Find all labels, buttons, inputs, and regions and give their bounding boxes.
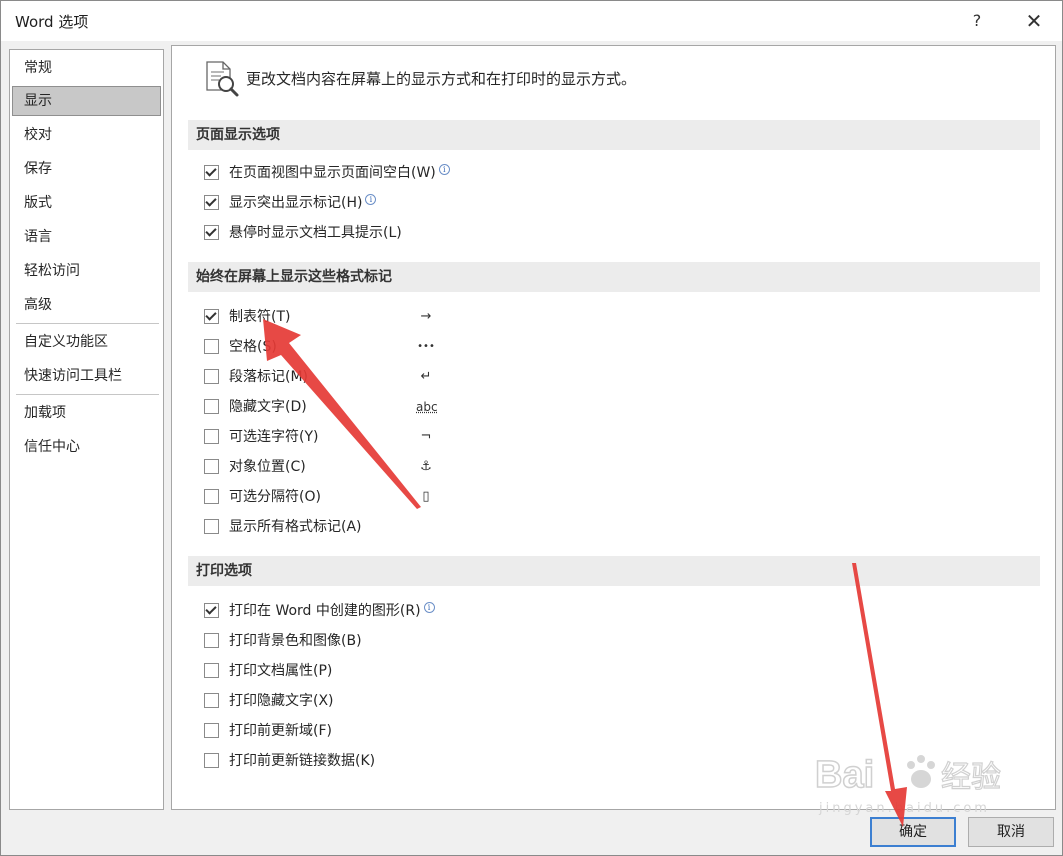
- nav-item-display[interactable]: 显示: [12, 86, 161, 116]
- option-label: 打印前更新链接数据(K): [229, 753, 376, 769]
- option-label: 打印文档属性(P): [229, 663, 333, 679]
- option-label: 在页面视图中显示页面间空白(W): [229, 165, 436, 181]
- checkbox[interactable]: [204, 399, 219, 414]
- option-label: 段落标记(M): [229, 369, 309, 385]
- checkbox[interactable]: [204, 339, 219, 354]
- nav-item-general[interactable]: 常规: [12, 53, 161, 83]
- hyphen-mark-icon: ¬: [420, 429, 432, 444]
- section-page-display: 页面显示选项: [188, 120, 1040, 150]
- ok-button[interactable]: 确定: [870, 817, 956, 847]
- option-label: 打印前更新域(F): [229, 723, 332, 739]
- option-label: 显示突出显示标记(H): [229, 195, 363, 211]
- tab-mark-icon: →: [420, 309, 432, 324]
- option-label: 空格(S): [229, 339, 277, 355]
- option-label: 显示所有格式标记(A): [229, 519, 362, 535]
- nav-divider: [16, 394, 159, 395]
- checkbox[interactable]: [204, 489, 219, 504]
- info-icon[interactable]: i: [365, 194, 377, 205]
- option-label: 制表符(T): [229, 309, 291, 325]
- panel-description: 更改文档内容在屏幕上的显示方式和在打印时的显示方式。: [246, 70, 637, 88]
- nav-item-save[interactable]: 保存: [12, 154, 161, 184]
- break-mark-icon: ▯: [422, 489, 430, 504]
- nav-item-customize-ribbon[interactable]: 自定义功能区: [12, 327, 161, 357]
- checkbox[interactable]: [204, 693, 219, 708]
- info-icon[interactable]: i: [423, 602, 435, 613]
- checkbox[interactable]: [204, 429, 219, 444]
- cancel-button[interactable]: 取消: [968, 817, 1054, 847]
- help-button[interactable]: ?: [963, 7, 991, 35]
- checkbox[interactable]: [204, 723, 219, 738]
- checkbox[interactable]: [204, 195, 219, 210]
- paragraph-mark-icon: ↵: [420, 369, 432, 384]
- word-options-dialog: Word 选项 ? ✕ 常规 显示 校对 保存 版式 语言 轻松访问 高级 自定…: [0, 0, 1063, 856]
- checkbox[interactable]: [204, 519, 219, 534]
- info-icon[interactable]: i: [438, 164, 450, 175]
- anchor-mark-icon: ⚓: [420, 459, 432, 474]
- checkbox[interactable]: [204, 753, 219, 768]
- nav-item-accessibility[interactable]: 轻松访问: [12, 256, 161, 286]
- hidden-text-mark-icon: abc: [416, 400, 438, 414]
- checkbox[interactable]: [204, 603, 219, 618]
- checkbox[interactable]: [204, 369, 219, 384]
- nav-item-language[interactable]: 语言: [12, 222, 161, 252]
- checkbox[interactable]: [204, 165, 219, 180]
- nav-item-proofing[interactable]: 校对: [12, 120, 161, 150]
- checkbox[interactable]: [204, 309, 219, 324]
- nav-item-add-ins[interactable]: 加载项: [12, 398, 161, 428]
- checkbox[interactable]: [204, 225, 219, 240]
- option-label: 悬停时显示文档工具提示(L): [229, 225, 402, 241]
- watermark-url: jingyan.baidu.com: [819, 801, 990, 816]
- nav-item-quick-access-toolbar[interactable]: 快速访问工具栏: [12, 361, 161, 391]
- title-bar: Word 选项 ? ✕: [1, 1, 1062, 41]
- section-formatting-marks: 始终在屏幕上显示这些格式标记: [188, 262, 1040, 292]
- option-label: 打印背景色和图像(B): [229, 633, 362, 649]
- checkbox[interactable]: [204, 663, 219, 678]
- section-print-options: 打印选项: [188, 556, 1040, 586]
- document-magnifier-icon: [206, 61, 239, 97]
- checkbox[interactable]: [204, 633, 219, 648]
- option-label: 打印在 Word 中创建的图形(R): [229, 603, 421, 619]
- display-options-panel: 更改文档内容在屏幕上的显示方式和在打印时的显示方式。 页面显示选项 在页面视图中…: [171, 45, 1056, 810]
- close-button[interactable]: ✕: [1019, 7, 1049, 35]
- nav-item-typography[interactable]: 版式: [12, 188, 161, 218]
- space-mark-icon: •••: [417, 341, 435, 352]
- nav-item-advanced[interactable]: 高级: [12, 290, 161, 320]
- option-label: 隐藏文字(D): [229, 399, 307, 415]
- option-label: 可选连字符(Y): [229, 429, 319, 445]
- nav-item-trust-center[interactable]: 信任中心: [12, 432, 161, 462]
- checkbox[interactable]: [204, 459, 219, 474]
- category-nav: 常规 显示 校对 保存 版式 语言 轻松访问 高级 自定义功能区 快速访问工具栏…: [9, 49, 164, 810]
- option-label: 打印隐藏文字(X): [229, 693, 334, 709]
- window-title: Word 选项: [15, 13, 89, 31]
- option-label: 对象位置(C): [229, 459, 306, 475]
- option-label: 可选分隔符(O): [229, 489, 321, 505]
- nav-divider: [16, 323, 159, 324]
